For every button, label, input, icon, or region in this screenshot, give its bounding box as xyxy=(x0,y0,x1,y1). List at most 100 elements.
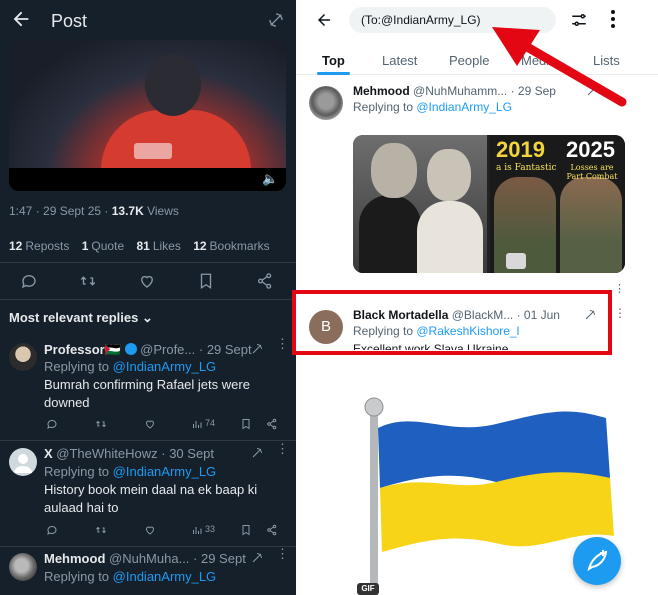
reply-text: Bumrah confirming Rafael jets were downe… xyxy=(44,377,250,410)
repost-icon[interactable] xyxy=(95,418,107,430)
grok-icon[interactable] xyxy=(251,447,263,459)
more-options-icon[interactable]: ⋮ xyxy=(276,546,289,562)
flag-pole-finial xyxy=(364,397,384,417)
bookmark-icon[interactable] xyxy=(240,524,252,536)
meme-figure xyxy=(371,143,417,198)
tab-top[interactable]: Top xyxy=(322,53,345,68)
more-options-icon[interactable]: ⋮ xyxy=(614,306,626,320)
tab-lists[interactable]: Lists xyxy=(593,53,620,68)
reply-item[interactable]: Mehmood @NuhMuha... · 29 Sept ⋮ Replying… xyxy=(0,546,296,595)
like-icon[interactable] xyxy=(144,524,156,536)
active-tab-indicator xyxy=(317,72,350,75)
quotes-stat[interactable]: 1 Quote xyxy=(82,239,124,253)
more-options-icon[interactable] xyxy=(610,9,616,29)
video-player[interactable]: 🔈 xyxy=(9,40,286,191)
display-name[interactable]: X xyxy=(44,446,53,461)
reply-item[interactable]: X @TheWhiteHowz · 30 Sept ⋮ Replying to … xyxy=(0,441,296,545)
like-icon[interactable] xyxy=(144,418,156,430)
reply-item[interactable]: Professor🇵🇸 @Profe... · 29 Sept ⋮ Replyi… xyxy=(0,336,296,439)
mention-link[interactable]: @IndianArmy_LG xyxy=(113,359,217,374)
views-count: 13.7K xyxy=(111,204,144,218)
highlight-box xyxy=(292,290,612,355)
meme-figure xyxy=(427,149,471,201)
repost-icon[interactable] xyxy=(79,272,97,290)
reposts-stat[interactable]: 12 Reposts xyxy=(9,239,69,253)
tab-latest[interactable]: Latest xyxy=(382,53,417,68)
grok-icon[interactable] xyxy=(268,12,284,28)
views-icon[interactable] xyxy=(191,418,203,430)
reply-icon[interactable] xyxy=(20,272,38,290)
back-arrow-icon[interactable] xyxy=(10,8,32,30)
search-filter-icon[interactable] xyxy=(570,11,588,29)
display-name[interactable]: Professor🇵🇸 xyxy=(44,342,121,357)
post-detail-pane: Post 🔈 1:47 · 29 Sept 25 · 13.7K Views 1… xyxy=(0,0,296,595)
mention-link[interactable]: @IndianArmy_LG xyxy=(113,569,217,584)
verified-badge-icon xyxy=(124,343,137,355)
avatar[interactable] xyxy=(9,343,37,371)
bookmarks-stat[interactable]: 12 Bookmarks xyxy=(193,239,269,253)
meme-left-photo xyxy=(353,135,487,273)
grok-icon[interactable] xyxy=(586,85,598,97)
likes-stat[interactable]: 81 Likes xyxy=(136,239,180,253)
replying-to: Replying to @IndianArmy_LG xyxy=(353,100,512,114)
handle: @NuhMuha... xyxy=(109,551,190,566)
meme-right-photo: 2019 2025 a is Fantastic Losses are Part… xyxy=(490,135,625,273)
volume-icon[interactable]: 🔈 xyxy=(262,171,278,187)
mention-link[interactable]: @IndianArmy_LG xyxy=(113,464,217,479)
compose-post-button[interactable] xyxy=(573,537,621,585)
reply-action-bar: 33 xyxy=(44,524,284,538)
handle: @TheWhiteHowz xyxy=(56,446,158,461)
share-icon[interactable] xyxy=(266,524,278,536)
bookmark-icon[interactable] xyxy=(197,272,215,290)
tweet-image[interactable]: 2019 2025 a is Fantastic Losses are Part… xyxy=(353,135,625,273)
repost-icon[interactable] xyxy=(95,524,107,536)
more-options-icon[interactable]: ⋮ xyxy=(276,441,289,457)
back-arrow-icon[interactable] xyxy=(315,11,333,29)
replying-to: Replying to @IndianArmy_LG xyxy=(44,569,217,584)
reply-date: · 30 Sept xyxy=(161,446,215,461)
share-icon[interactable] xyxy=(256,272,274,290)
mention-link[interactable]: @IndianArmy_LG xyxy=(416,100,512,114)
views-icon[interactable] xyxy=(191,524,203,536)
bookmark-icon[interactable] xyxy=(240,418,252,430)
replies-sort-dropdown[interactable]: Most relevant replies ⌄ xyxy=(9,310,153,326)
more-options-icon[interactable]: ⋮ xyxy=(614,282,625,295)
asia-cup-logo xyxy=(134,143,172,159)
display-name[interactable]: Mehmood xyxy=(44,551,105,566)
search-input[interactable] xyxy=(349,7,556,33)
replying-to: Replying to @IndianArmy_LG xyxy=(44,359,217,374)
display-name[interactable]: Mehmood xyxy=(353,84,410,98)
reply-icon[interactable] xyxy=(46,418,58,430)
tab-media[interactable]: Media xyxy=(521,53,556,68)
grok-icon[interactable] xyxy=(251,552,263,564)
views-count: 33 xyxy=(205,524,216,534)
handle: @NuhMuhamm... xyxy=(413,84,508,98)
post-header: Post xyxy=(0,0,296,40)
reply-icon[interactable] xyxy=(46,524,58,536)
like-icon[interactable] xyxy=(138,272,156,290)
grok-icon[interactable] xyxy=(251,343,263,355)
reply-author: Mehmood @NuhMuha... · 29 Sept xyxy=(44,551,246,566)
reply-date: · 29 Sept xyxy=(198,342,252,357)
reply-date: · 29 Sept xyxy=(193,551,246,566)
tweet-author: Mehmood @NuhMuhamm... · 29 Sep xyxy=(353,84,556,98)
avatar[interactable] xyxy=(309,86,343,120)
meme-figure xyxy=(417,201,483,273)
reply-action-bar: 74 xyxy=(44,418,284,432)
default-avatar-icon xyxy=(14,454,32,473)
compose-feather-icon xyxy=(587,550,608,572)
search-tabs: Top Latest People Media Lists xyxy=(296,45,658,75)
tab-people[interactable]: People xyxy=(449,53,489,68)
reply-text: History book mein daal na ek baap ki aul… xyxy=(44,482,258,515)
avatar[interactable] xyxy=(9,553,37,581)
avatar[interactable] xyxy=(9,448,37,476)
divider xyxy=(0,546,296,547)
share-icon[interactable] xyxy=(266,418,278,430)
video-player-head xyxy=(145,54,201,116)
more-options-icon[interactable]: ⋮ xyxy=(276,336,289,352)
meme-year: 2019 xyxy=(496,137,545,162)
divider xyxy=(0,440,296,441)
gif-badge: GIF xyxy=(357,583,379,595)
meme-caption: Losses are Part Combat xyxy=(566,163,618,181)
divider xyxy=(0,262,296,263)
